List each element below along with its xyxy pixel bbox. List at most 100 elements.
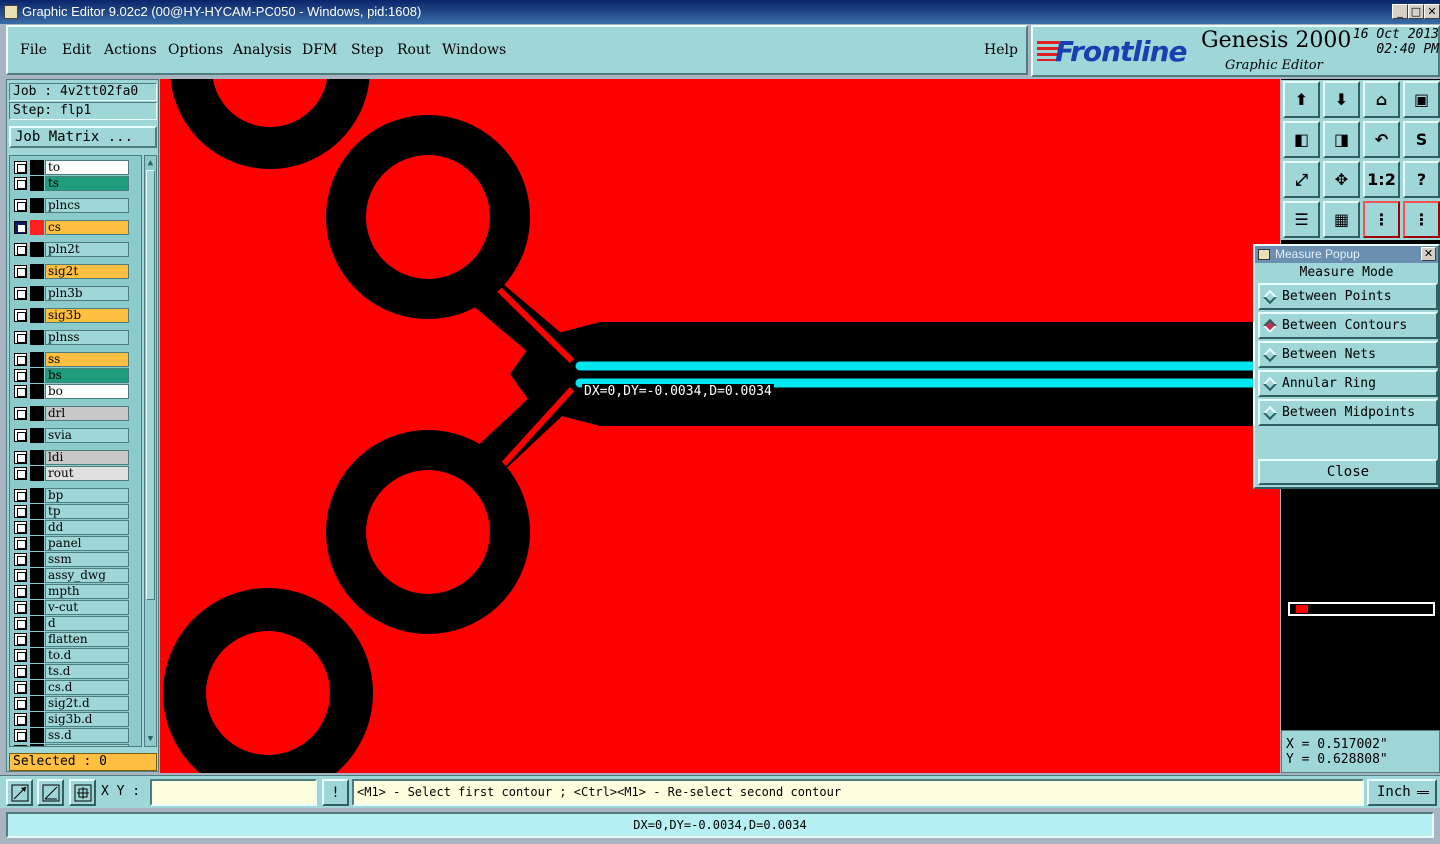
layer-row[interactable]: sig3b [12, 308, 130, 323]
layer-row[interactable]: ts.d [12, 664, 130, 679]
measure-option[interactable]: Between Contours [1258, 312, 1438, 339]
layer-row[interactable]: to.d [12, 648, 130, 663]
layer-name[interactable]: v-cut [45, 600, 129, 615]
layer-row[interactable]: sig2t [12, 264, 130, 279]
layer-color-swatch[interactable] [30, 450, 44, 465]
scroll-down-icon[interactable]: ▼ [145, 733, 156, 745]
layer-color-swatch[interactable] [30, 198, 44, 213]
layer-color-swatch[interactable] [30, 536, 44, 551]
radio-diamond-icon[interactable] [1262, 318, 1278, 334]
zoom-center-icon[interactable]: ✥ [1323, 161, 1360, 198]
layer-checkbox[interactable] [14, 353, 27, 366]
layer-name[interactable]: d [45, 616, 129, 631]
layer-color-swatch[interactable] [30, 406, 44, 421]
layer-checkbox[interactable] [14, 265, 27, 278]
layer-checkbox[interactable] [14, 553, 27, 566]
layer-checkbox[interactable] [14, 649, 27, 662]
layer-checkbox[interactable] [14, 221, 27, 234]
layer-checkbox[interactable] [14, 385, 27, 398]
layer-name[interactable]: ldi [45, 450, 129, 465]
measure-option[interactable]: Between Points [1258, 283, 1438, 310]
layer-checkbox[interactable] [14, 331, 27, 344]
measure-alt-icon[interactable]: ⋮ [1403, 201, 1440, 238]
layer-checkbox[interactable] [14, 407, 27, 420]
settings-icon[interactable]: ☰ [1283, 201, 1320, 238]
layer-checkbox[interactable] [14, 633, 27, 646]
layer-name[interactable]: plnss [45, 330, 129, 345]
layer-checkbox[interactable] [14, 177, 27, 190]
layer-row[interactable]: cs [12, 220, 130, 235]
layer-color-swatch[interactable] [30, 664, 44, 679]
layer-checkbox[interactable] [14, 665, 27, 678]
layer-checkbox[interactable] [14, 521, 27, 534]
radio-diamond-icon[interactable] [1262, 376, 1278, 392]
layer-row[interactable]: bs [12, 368, 130, 383]
layer-name[interactable]: pln3b [45, 286, 129, 301]
layer-color-swatch[interactable] [30, 712, 44, 727]
layer-name[interactable]: ts [45, 176, 129, 191]
menu-actions[interactable]: Actions [104, 42, 157, 58]
layer-color-swatch[interactable] [30, 352, 44, 367]
maximize-button[interactable]: □ [1408, 4, 1424, 19]
radio-diamond-icon[interactable] [1262, 405, 1278, 421]
zoom-fit-icon[interactable]: ⤢ [1283, 161, 1320, 198]
layer-color-swatch[interactable] [30, 568, 44, 583]
menu-dfm[interactable]: DFM [302, 42, 337, 58]
layer-color-swatch[interactable] [30, 308, 44, 323]
layer-color-swatch[interactable] [30, 384, 44, 399]
layer-color-swatch[interactable] [30, 242, 44, 257]
layer-color-swatch[interactable] [30, 428, 44, 443]
units-selector[interactable]: Inch [1367, 779, 1437, 806]
layer-name[interactable]: assy_dwg [45, 568, 129, 583]
layer-color-swatch[interactable] [30, 330, 44, 345]
popup-close-button[interactable]: Close [1258, 459, 1438, 485]
layer-name[interactable]: bp [45, 488, 129, 503]
layer-row[interactable]: pln3b [12, 286, 130, 301]
scroll-thumb[interactable] [146, 170, 155, 600]
layer-color-swatch[interactable] [30, 552, 44, 567]
measure-icon[interactable]: ⋮ [1363, 201, 1400, 238]
measure-option[interactable]: Between Midpoints [1258, 399, 1438, 426]
layer-name[interactable]: drl [45, 406, 129, 421]
layer-row[interactable]: svia [12, 428, 130, 443]
radio-diamond-icon[interactable] [1262, 347, 1278, 363]
layer-checkbox[interactable] [14, 369, 27, 382]
measure-option[interactable]: Annular Ring [1258, 370, 1438, 397]
layer-name[interactable]: pln2t [45, 242, 129, 257]
overview-map[interactable] [1288, 602, 1435, 616]
layer-checkbox[interactable] [14, 745, 27, 746]
layer-color-swatch[interactable] [30, 160, 44, 175]
layer-row[interactable]: v-cut [12, 600, 130, 615]
pan-right-icon[interactable]: ◨ [1323, 121, 1360, 158]
layer-checkbox[interactable] [14, 729, 27, 742]
layer-name[interactable]: tp [45, 504, 129, 519]
layer-checkbox[interactable] [14, 505, 27, 518]
pan-left-icon[interactable]: ◧ [1283, 121, 1320, 158]
layer-name[interactable]: cs [45, 220, 129, 235]
layer-checkbox[interactable] [14, 617, 27, 630]
undo-zoom-icon[interactable]: ↶ [1363, 121, 1400, 158]
layer-row[interactable]: bp [12, 488, 130, 503]
layer-checkbox[interactable] [14, 429, 27, 442]
layer-color-swatch[interactable] [30, 600, 44, 615]
layer-row[interactable]: sig2t.d [12, 696, 130, 711]
layer-color-swatch[interactable] [30, 220, 44, 235]
redraw-icon[interactable]: S [1403, 121, 1440, 158]
layer-checkbox[interactable] [14, 309, 27, 322]
move-up-icon[interactable]: ⬆ [1283, 81, 1320, 118]
layer-row[interactable]: cs.d [12, 680, 130, 695]
layer-name[interactable]: ssm [45, 552, 129, 567]
layer-row[interactable]: drl [12, 406, 130, 421]
close-window-button[interactable]: ✕ [1424, 4, 1440, 19]
layer-name[interactable]: to.d [45, 648, 129, 663]
layer-name[interactable]: sig2t [45, 264, 129, 279]
layer-name[interactable]: sig2t.d [45, 696, 129, 711]
layer-row[interactable]: plncs [12, 198, 130, 213]
layer-checkbox[interactable] [14, 199, 27, 212]
layer-row[interactable]: tp [12, 504, 130, 519]
layer-name[interactable]: to [45, 160, 129, 175]
layer-name[interactable]: flatten [45, 632, 129, 647]
layer-checkbox[interactable] [14, 697, 27, 710]
layer-color-swatch[interactable] [30, 632, 44, 647]
layer-color-swatch[interactable] [30, 744, 44, 746]
